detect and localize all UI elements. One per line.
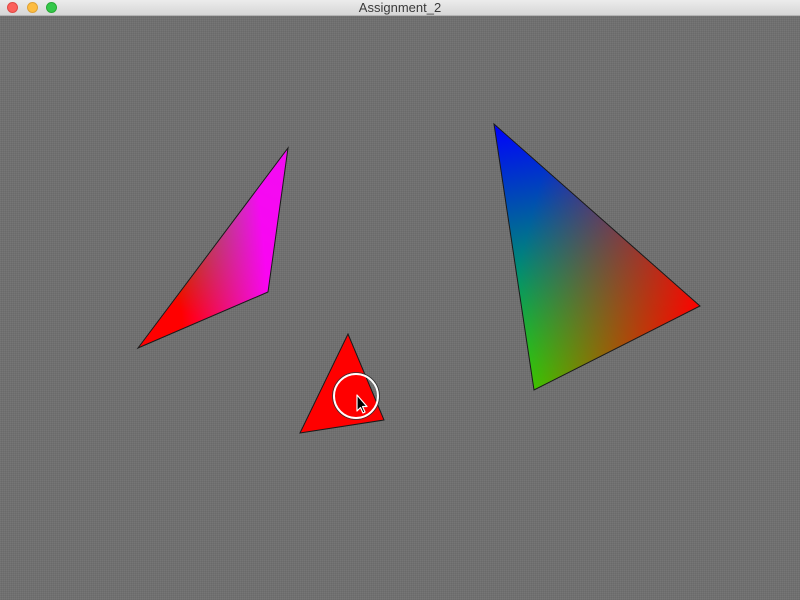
left-gradient-triangle[interactable]	[136, 146, 289, 350]
title-bar[interactable]: Assignment_2	[0, 0, 800, 16]
window-title: Assignment_2	[358, 0, 442, 15]
render-canvas[interactable]	[0, 16, 800, 600]
right-gradient-triangle[interactable]	[493, 122, 701, 391]
selected-red-triangle[interactable]	[299, 332, 385, 434]
app-window: Assignment_2	[0, 0, 800, 600]
